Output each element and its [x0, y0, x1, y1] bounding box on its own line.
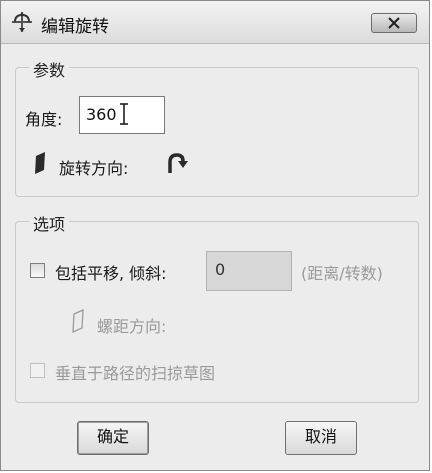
- include-translation-label[interactable]: 包括平移, 倾斜:: [55, 260, 167, 284]
- include-translation-checkbox[interactable]: [30, 263, 45, 278]
- pitch-direction-label: 螺距方向:: [97, 317, 167, 336]
- revolve-icon: [12, 12, 32, 32]
- perpendicular-sweep-checkbox[interactable]: [30, 363, 45, 378]
- angle-label: 角度:: [25, 110, 63, 129]
- text-cursor-icon: [120, 103, 128, 125]
- direction-flag-icon[interactable]: [33, 151, 47, 175]
- close-icon: [388, 17, 400, 29]
- dialog-title: 编辑旋转: [41, 17, 109, 37]
- parameters-legend: 参数: [29, 57, 70, 81]
- options-legend: 选项: [29, 211, 70, 235]
- perpendicular-sweep-label: 垂直于路径的扫掠草图: [55, 364, 216, 383]
- ok-button[interactable]: 确定: [77, 421, 149, 455]
- pitch-direction-flag-icon: [72, 309, 84, 333]
- pitch-unit-label: (距离/转数): [301, 264, 383, 283]
- close-button[interactable]: [371, 13, 417, 33]
- angle-value: 360: [86, 105, 117, 124]
- direction-label: 旋转方向:: [59, 159, 129, 178]
- cancel-button[interactable]: 取消: [285, 421, 357, 455]
- curved-arrow-icon[interactable]: [165, 151, 189, 175]
- edit-revolve-dialog: 编辑旋转 参数 角度: 360 旋转方向: 选项 包括平移, 倾斜: 0 (距离…: [0, 0, 430, 471]
- pitch-value: 0: [215, 260, 226, 279]
- pitch-input[interactable]: 0: [206, 251, 292, 291]
- title-bar[interactable]: 编辑旋转: [1, 1, 429, 44]
